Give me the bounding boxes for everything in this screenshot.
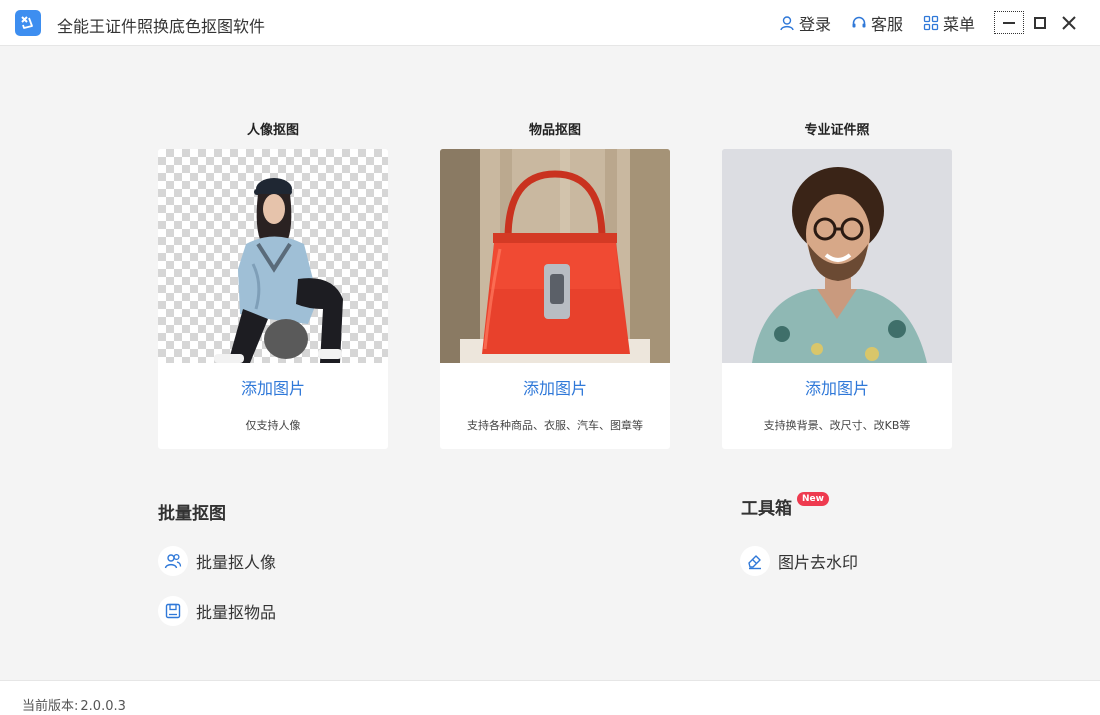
object-cutout-card[interactable]: 添加图片 支持各种商品、衣服、汽车、图章等 [440, 149, 670, 449]
service-label: 客服 [871, 15, 904, 34]
title-bar: 全能王证件照换底色抠图软件 登录 客服 菜单 [0, 0, 1100, 46]
red-handbag-photo [440, 149, 670, 363]
card-description: 支持换背景、改尺寸、改KB等 [763, 419, 911, 432]
batch-object-button[interactable]: 批量抠物品 [158, 596, 276, 626]
id-photo-card[interactable]: 添加图片 支持换背景、改尺寸、改KB等 [722, 149, 952, 449]
batch-portrait-button[interactable]: 批量抠人像 [158, 546, 276, 576]
menu-button[interactable]: 菜单 [923, 12, 975, 34]
app-logo-icon [15, 10, 41, 36]
batch-object-label: 批量抠物品 [196, 603, 277, 622]
card-description: 仅支持人像 [245, 419, 301, 432]
version-label: 当前版本: [22, 699, 79, 714]
new-badge: New [797, 492, 829, 506]
remove-watermark-button[interactable]: 图片去水印 [740, 546, 858, 576]
minimize-icon [1003, 21, 1015, 24]
login-label: 登录 [799, 15, 832, 34]
remove-watermark-label: 图片去水印 [778, 553, 859, 572]
add-image-link[interactable]: 添加图片 [722, 375, 952, 399]
card-title-id-photo: 专业证件照 [804, 123, 870, 138]
eraser-icon [740, 546, 770, 576]
batch-portrait-label: 批量抠人像 [196, 553, 277, 572]
card-title-object: 物品抠图 [528, 123, 581, 138]
user-icon [779, 15, 795, 31]
batch-section-title: 批量抠图 [158, 504, 226, 524]
card-title-portrait: 人像抠图 [246, 123, 299, 138]
app-title: 全能王证件照换底色抠图软件 [57, 17, 266, 36]
version-number: 2.0.0.3 [80, 699, 126, 714]
box-icon [158, 596, 188, 626]
close-button[interactable] [1054, 11, 1084, 34]
service-button[interactable]: 客服 [851, 12, 903, 34]
login-button[interactable]: 登录 [779, 12, 831, 34]
toolbox-section-title: 工具箱 [741, 499, 792, 519]
version-info: 当前版本: 2.0.0.3 [22, 695, 126, 714]
grid-icon [923, 15, 939, 31]
add-image-link[interactable]: 添加图片 [440, 375, 670, 399]
portrait-cutout-card[interactable]: 添加图片 仅支持人像 [158, 149, 388, 449]
maximize-button[interactable] [1025, 11, 1055, 34]
close-icon [1062, 15, 1076, 30]
man-portrait-photo [722, 149, 952, 363]
maximize-icon [1034, 16, 1046, 29]
add-image-link[interactable]: 添加图片 [158, 375, 388, 399]
person-cutout-photo [158, 149, 388, 363]
headset-icon [851, 15, 867, 31]
minimize-button[interactable] [994, 11, 1024, 34]
status-bar: 当前版本: 2.0.0.3 [0, 680, 1100, 715]
card-description: 支持各种商品、衣服、汽车、图章等 [467, 419, 643, 432]
menu-label: 菜单 [943, 15, 976, 34]
people-icon [158, 546, 188, 576]
